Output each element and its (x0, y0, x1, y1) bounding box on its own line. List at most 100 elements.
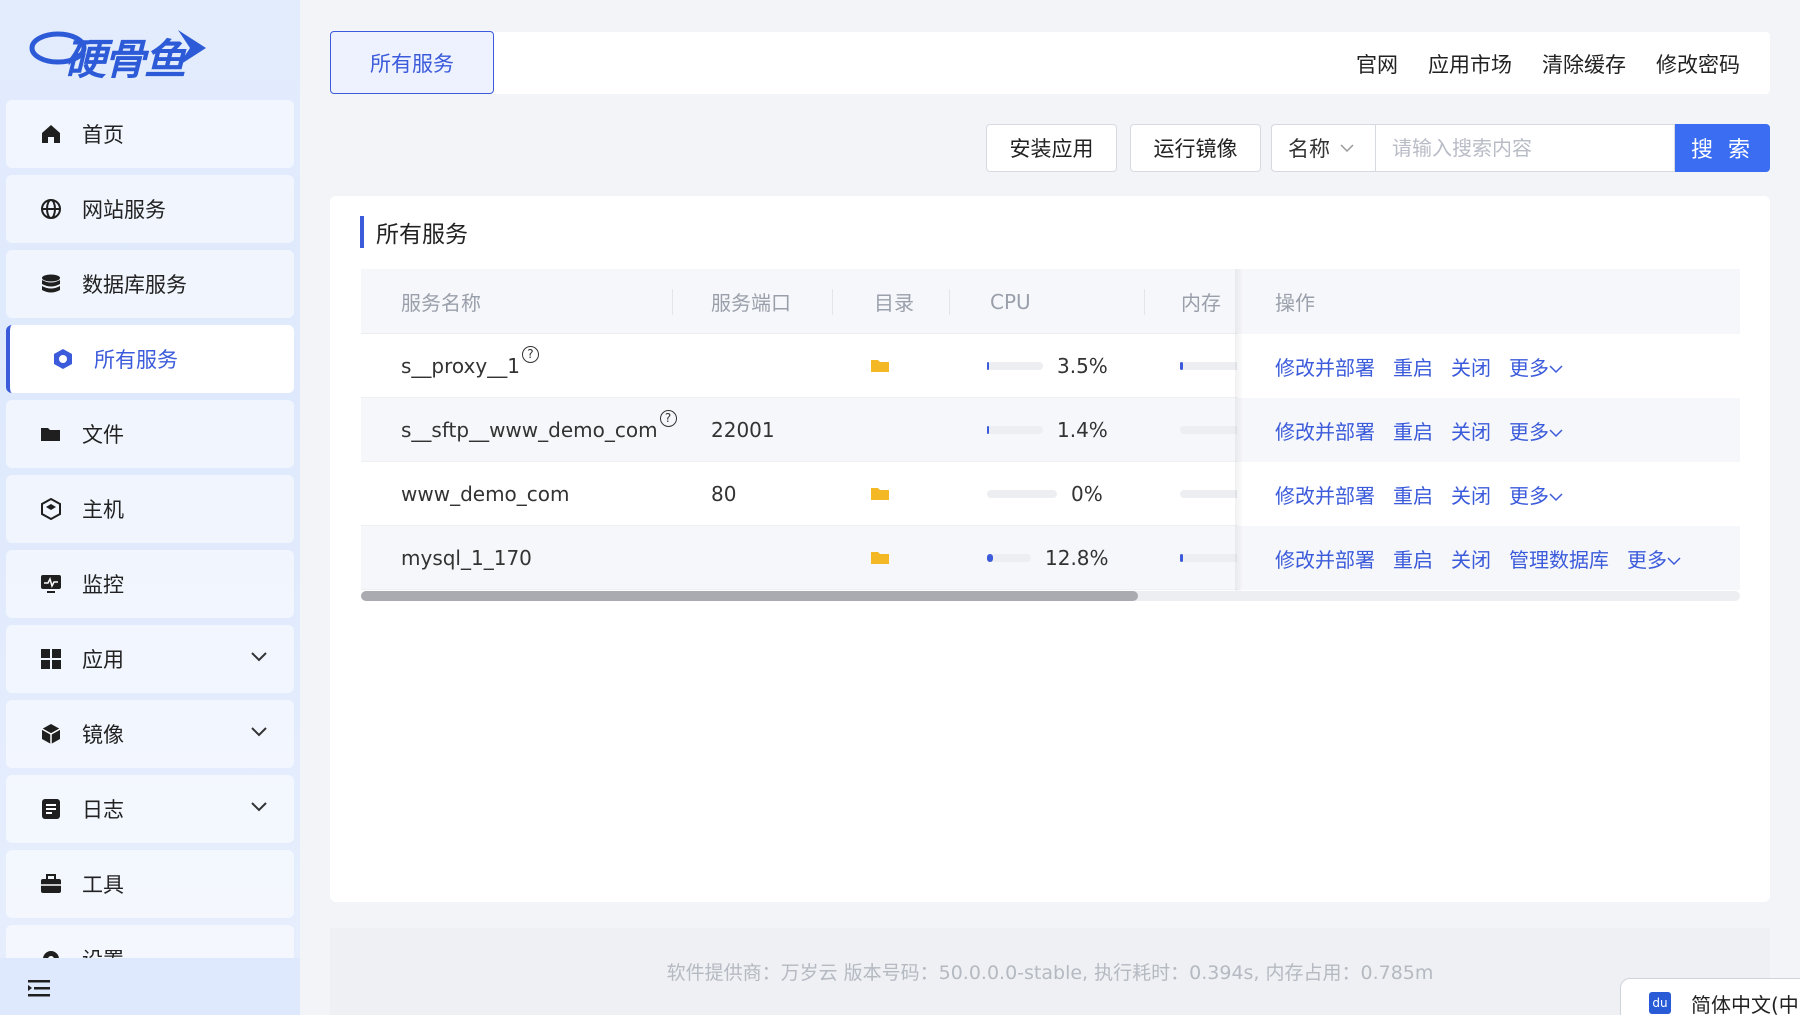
column-header-actions: 操作 (1275, 291, 1315, 315)
sidebar-item-apps[interactable]: 应用 (6, 625, 294, 693)
restart-link[interactable]: 重启 (1393, 352, 1433, 381)
more-label: 更多 (1509, 483, 1549, 508)
stop-link[interactable]: 关闭 (1451, 480, 1491, 509)
sidebar-item-logs[interactable]: 日志 (6, 775, 294, 843)
more-label: 更多 (1627, 547, 1667, 572)
monitor-icon (40, 573, 62, 595)
cpu-value: 1.4% (1057, 418, 1108, 442)
globe-icon (40, 198, 62, 220)
menu-collapse-icon[interactable] (28, 978, 52, 998)
language-switcher[interactable]: du 简体中文(中 (1620, 978, 1800, 1015)
column-separator (1144, 289, 1145, 315)
help-icon[interactable]: ? (659, 409, 677, 427)
sidebar-item-all-services[interactable]: 所有服务 (6, 325, 294, 393)
more-link[interactable]: 更多 (1509, 352, 1563, 381)
service-name-cell: mysql_1_170 (401, 526, 532, 590)
chevron-down-icon (1667, 556, 1681, 565)
link-app-market[interactable]: 应用市场 (1428, 49, 1512, 79)
sidebar-item-label: 应用 (82, 648, 124, 672)
cube-icon (40, 723, 62, 745)
link-clear-cache[interactable]: 清除缓存 (1542, 49, 1626, 79)
cpu-value: 0% (1071, 482, 1103, 506)
row-actions: 修改并部署 重启 关闭 更多 (1275, 398, 1563, 462)
sidebar-item-images[interactable]: 镜像 (6, 700, 294, 768)
stop-link[interactable]: 关闭 (1451, 352, 1491, 381)
chevron-down-icon (1549, 428, 1563, 437)
edit-deploy-link[interactable]: 修改并部署 (1275, 544, 1375, 573)
stop-link[interactable]: 关闭 (1451, 544, 1491, 573)
chevron-down-icon (1340, 144, 1354, 153)
memory-progress-fill (1180, 362, 1183, 370)
sidebar-item-monitor[interactable]: 监控 (6, 550, 294, 618)
open-folder-icon[interactable] (871, 462, 891, 526)
sidebar-item-files[interactable]: 文件 (6, 400, 294, 468)
folder-icon (40, 423, 62, 445)
column-header-port: 服务端口 (711, 291, 791, 315)
header-links: 官网 应用市场 清除缓存 修改密码 (1356, 49, 1740, 79)
language-label: 简体中文(中 (1691, 992, 1799, 1015)
sidebar-item-settings[interactable]: 设置 (6, 925, 294, 958)
search-input[interactable] (1375, 124, 1675, 172)
stop-link[interactable]: 关闭 (1451, 416, 1491, 445)
more-link[interactable]: 更多 (1627, 544, 1681, 573)
restart-link[interactable]: 重启 (1393, 544, 1433, 573)
sidebar-item-label: 网站服务 (82, 198, 166, 222)
column-separator (832, 289, 833, 315)
sidebar-item-label: 所有服务 (94, 348, 178, 372)
sidebar-item-label: 文件 (82, 423, 124, 447)
search-field-select-value: 名称 (1288, 137, 1330, 161)
more-link[interactable]: 更多 (1509, 416, 1563, 445)
cpu-cell: 3.5% (987, 334, 1108, 398)
sidebar-item-label: 首页 (82, 123, 124, 147)
search-button[interactable]: 搜 索 (1675, 124, 1770, 172)
edit-deploy-link[interactable]: 修改并部署 (1275, 352, 1375, 381)
service-name-cell: s__sftp__www_demo_com? (401, 398, 677, 462)
apps-icon (40, 648, 62, 670)
memory-progress-bar (1180, 362, 1240, 370)
edit-deploy-link[interactable]: 修改并部署 (1275, 416, 1375, 445)
sidebar-menu: 首页 网站服务 数据库服务 所有服务 文件 主机 监控 应用 镜像 日志 工具 (6, 100, 294, 958)
sidebar-item-host[interactable]: 主机 (6, 475, 294, 543)
cpu-value: 3.5% (1057, 354, 1108, 378)
run-image-button[interactable]: 运行镜像 (1130, 124, 1261, 172)
cpu-value: 12.8% (1045, 546, 1109, 570)
help-icon[interactable]: ? (521, 345, 539, 363)
chevron-down-icon[interactable] (250, 797, 268, 815)
sidebar-item-label: 监控 (82, 573, 124, 597)
sidebar-item-home[interactable]: 首页 (6, 100, 294, 168)
horizontal-scrollbar[interactable] (361, 591, 1740, 601)
restart-link[interactable]: 重启 (1393, 480, 1433, 509)
chevron-down-icon[interactable] (250, 722, 268, 740)
link-change-password[interactable]: 修改密码 (1656, 49, 1740, 79)
column-header-cpu: CPU (990, 289, 1031, 314)
cpu-cell: 1.4% (987, 398, 1108, 462)
open-folder-icon[interactable] (871, 526, 891, 590)
search-field-select[interactable]: 名称 (1271, 124, 1375, 172)
scrollbar-thumb[interactable] (361, 591, 1138, 601)
manage-database-link[interactable]: 管理数据库 (1509, 544, 1609, 573)
open-folder-icon[interactable] (871, 334, 891, 398)
sidebar-item-label: 镜像 (82, 723, 124, 747)
cpu-progress-bar (987, 362, 1043, 370)
restart-link[interactable]: 重启 (1393, 416, 1433, 445)
cpu-cell: 0% (987, 462, 1103, 526)
services-table: 服务名称 服务端口 目录 CPU 内存 操作 s__proxy__1? 3.5%… (361, 269, 1740, 601)
column-separator (672, 289, 673, 315)
chevron-down-icon[interactable] (250, 647, 268, 665)
sidebar-item-website[interactable]: 网站服务 (6, 175, 294, 243)
install-app-button[interactable]: 安装应用 (986, 124, 1117, 172)
edit-deploy-link[interactable]: 修改并部署 (1275, 480, 1375, 509)
more-link[interactable]: 更多 (1509, 480, 1563, 509)
tab-all-services[interactable]: 所有服务 (330, 31, 494, 94)
sidebar-item-database[interactable]: 数据库服务 (6, 250, 294, 318)
app-logo[interactable]: 硬骨鱼 (28, 18, 213, 84)
sidebar-item-tools[interactable]: 工具 (6, 850, 294, 918)
host-icon (40, 498, 62, 520)
service-name: www_demo_com (401, 482, 570, 506)
cpu-progress-fill (987, 426, 989, 434)
link-official-site[interactable]: 官网 (1356, 49, 1398, 79)
services-icon (52, 348, 74, 370)
port-cell: 22001 (711, 418, 775, 442)
memory-progress-bar (1180, 490, 1240, 498)
column-header-dir: 目录 (874, 291, 914, 315)
